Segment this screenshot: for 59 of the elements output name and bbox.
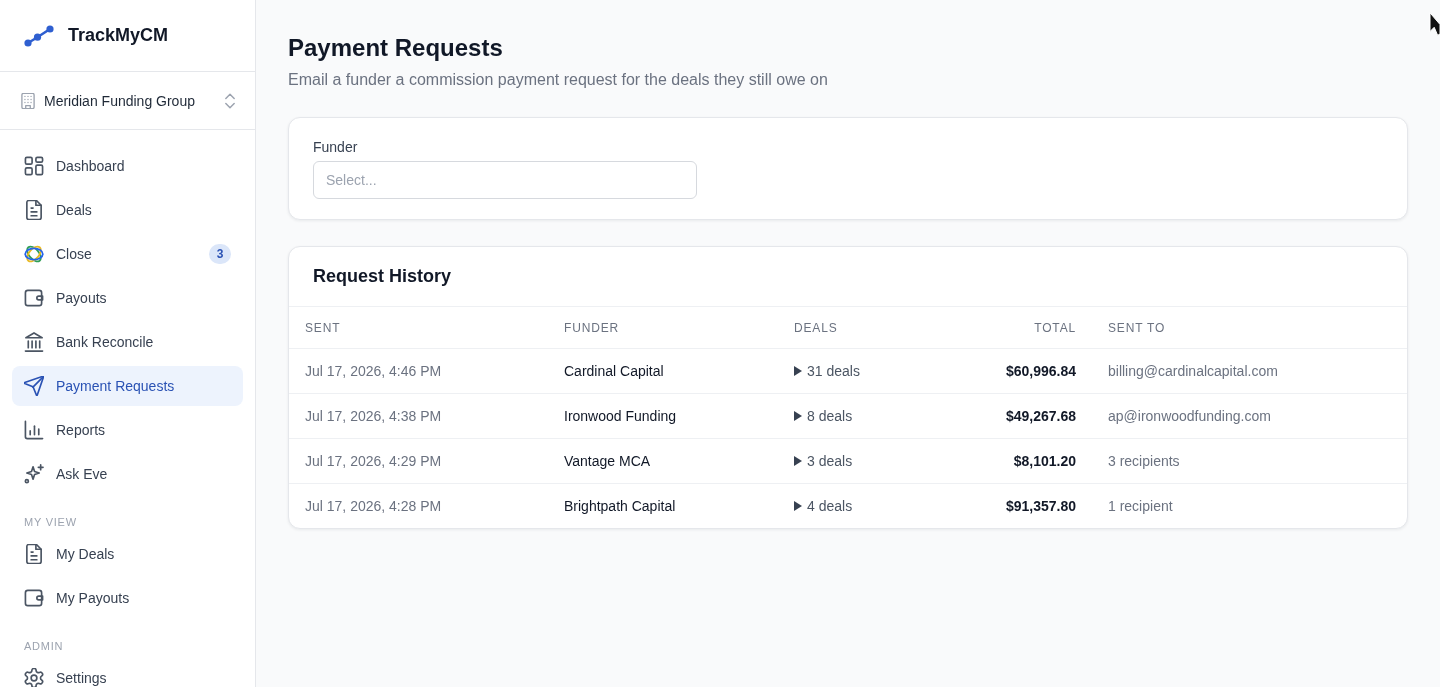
funder-name: Brightpath Capital	[564, 498, 676, 514]
total-amount: $60,996.84	[1005, 363, 1076, 379]
funder-name: Vantage MCA	[564, 453, 651, 469]
rings-icon	[24, 244, 44, 264]
recipient-text: ap@ironwoodfunding.com	[1108, 408, 1271, 424]
column-header: DEALS	[778, 307, 938, 349]
document-icon	[24, 544, 44, 564]
deals-toggle[interactable]: 8 deals	[794, 408, 853, 424]
nav-item[interactable]: Close 3	[12, 234, 243, 274]
nav-item[interactable]: Bank Reconcile	[12, 322, 243, 362]
section-label: MY VIEW	[23, 515, 78, 530]
sparkles-icon	[24, 464, 44, 484]
column-header: FUNDER	[548, 307, 778, 349]
section-label: ADMIN	[23, 639, 65, 654]
column-header: TOTAL	[938, 307, 1092, 349]
funder-name: Ironwood Funding	[564, 408, 677, 424]
column-header: SENT TO	[1092, 307, 1407, 349]
nav-item[interactable]: Payment Requests	[12, 366, 243, 406]
building-icon	[20, 92, 36, 109]
chevrons-up-down-icon	[225, 92, 235, 109]
total-amount: $91,357.80	[1005, 498, 1076, 514]
card-title: Request History	[313, 266, 452, 287]
brand-name: TrackMyCM	[68, 25, 169, 46]
bank-icon	[24, 332, 44, 352]
recipient-text: 3 recipients	[1108, 453, 1180, 469]
nav-item[interactable]: Settings	[12, 658, 243, 687]
nav-item[interactable]: My Payouts	[12, 578, 243, 618]
deals-toggle[interactable]: 3 deals	[794, 453, 853, 469]
count-badge: 3	[209, 244, 231, 264]
deals-toggle[interactable]: 31 deals	[794, 363, 860, 379]
page-title: Payment Requests	[288, 33, 504, 63]
wallet-icon	[24, 588, 44, 608]
bar-chart-icon	[24, 420, 44, 440]
sent-date: Jul 17, 2026, 4:29 PM	[305, 453, 442, 469]
column-header: SENT	[289, 307, 548, 349]
funder-select-field[interactable]: Select...	[313, 161, 697, 199]
deals-toggle[interactable]: 4 deals	[794, 498, 853, 514]
total-amount: $49,267.68	[1005, 408, 1076, 424]
sent-date: Jul 17, 2026, 4:28 PM	[305, 498, 442, 514]
paper-plane-icon	[24, 376, 44, 396]
gear-icon	[24, 668, 44, 687]
total-amount: $8,101.20	[1013, 453, 1076, 469]
nav-item[interactable]: Dashboard	[12, 146, 243, 186]
nav-item[interactable]: Payouts	[12, 278, 243, 318]
nav-item[interactable]: My Deals	[12, 534, 243, 574]
field-label: Funder	[313, 138, 359, 157]
recipient-text: 1 recipient	[1108, 498, 1173, 514]
nav-item[interactable]: Reports	[12, 410, 243, 450]
recipient-text: billing@cardinalcapital.com	[1108, 363, 1278, 379]
nav-item[interactable]: Deals	[12, 190, 243, 230]
logo-icon	[24, 24, 54, 47]
sent-date: Jul 17, 2026, 4:46 PM	[305, 363, 442, 379]
funder-name: Cardinal Capital	[564, 363, 664, 379]
nav-item[interactable]: Ask Eve	[12, 454, 243, 494]
page-subtitle: Email a funder a commission payment request for the deals they still owe on	[288, 70, 829, 90]
document-icon	[24, 200, 44, 220]
layout-grid-icon	[24, 156, 44, 176]
wallet-icon	[24, 288, 44, 308]
sent-date: Jul 17, 2026, 4:38 PM	[305, 408, 442, 424]
